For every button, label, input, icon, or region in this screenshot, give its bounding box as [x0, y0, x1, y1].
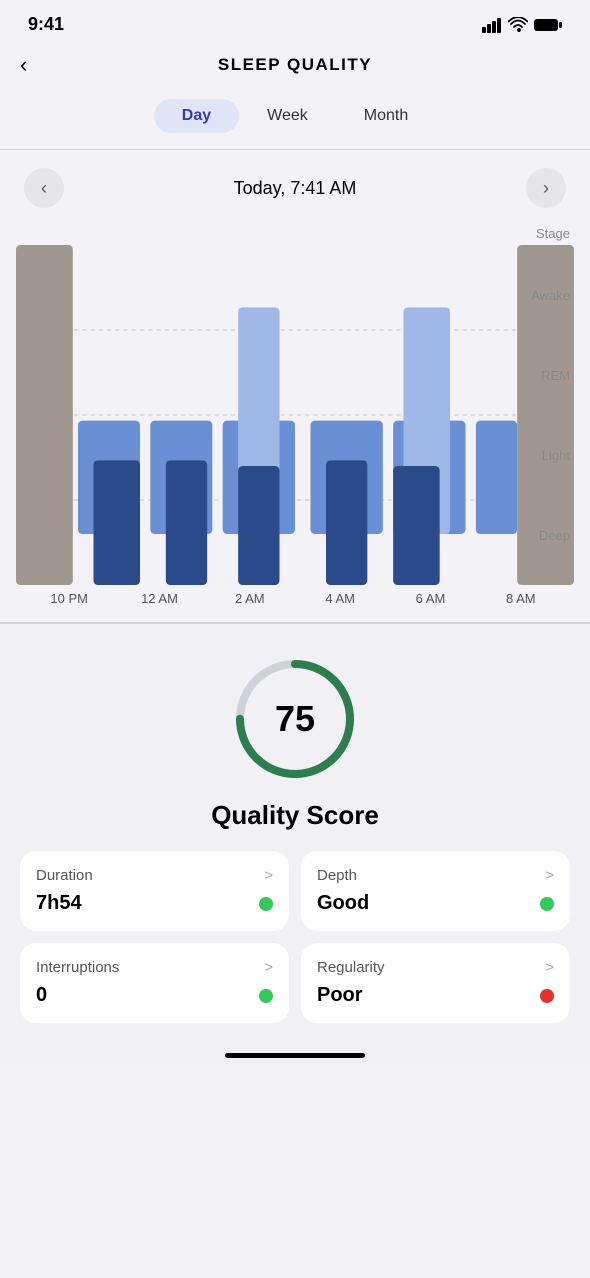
score-section: 75 Quality Score Duration > 7h54 Depth >…	[0, 623, 590, 1043]
metric-bottom-depth: Good	[317, 892, 554, 915]
status-time: 9:41	[28, 14, 64, 35]
back-button[interactable]: ‹	[20, 52, 27, 78]
metric-card-interruptions[interactable]: Interruptions > 0	[20, 943, 289, 1023]
tab-bar: Day Week Month	[0, 89, 590, 149]
x-label-5: 8 AM	[476, 591, 566, 606]
metric-bottom-interruptions: 0	[36, 984, 273, 1007]
metric-dot-regularity	[540, 989, 554, 1003]
chart-section: Stage	[0, 226, 590, 622]
metric-value-regularity: Poor	[317, 984, 363, 1007]
signal-icon	[482, 17, 502, 33]
sleep-chart	[16, 245, 574, 585]
metric-bottom-duration: 7h54	[36, 892, 273, 915]
status-bar: 9:41	[0, 0, 590, 41]
x-label-0: 10 PM	[24, 591, 114, 606]
score-circle: 75	[230, 654, 360, 784]
metric-chevron-regularity: >	[545, 959, 554, 976]
metric-value-duration: 7h54	[36, 892, 82, 915]
status-icons	[482, 17, 562, 33]
x-label-4: 6 AM	[385, 591, 475, 606]
metric-dot-depth	[540, 897, 554, 911]
metrics-grid: Duration > 7h54 Depth > Good Interruptio…	[20, 851, 570, 1023]
x-axis-labels: 10 PM 12 AM 2 AM 4 AM 6 AM 8 AM	[16, 585, 574, 622]
metric-dot-interruptions	[259, 989, 273, 1003]
metric-value-depth: Good	[317, 892, 369, 915]
wifi-icon	[508, 17, 528, 33]
metric-name-regularity: Regularity	[317, 959, 385, 976]
x-label-2: 2 AM	[205, 591, 295, 606]
score-value: 75	[275, 698, 315, 740]
metric-top-duration: Duration >	[36, 867, 273, 884]
metric-top-regularity: Regularity >	[317, 959, 554, 976]
metric-name-interruptions: Interruptions	[36, 959, 119, 976]
x-label-3: 4 AM	[295, 591, 385, 606]
metric-value-interruptions: 0	[36, 984, 47, 1007]
x-label-1: 12 AM	[114, 591, 204, 606]
chart-container: Awake REM Light Deep	[16, 245, 574, 585]
metric-chevron-duration: >	[264, 867, 273, 884]
tab-month[interactable]: Month	[336, 99, 436, 133]
prev-date-button[interactable]: ‹	[24, 168, 64, 208]
metric-top-interruptions: Interruptions >	[36, 959, 273, 976]
page-title: SLEEP QUALITY	[218, 55, 372, 75]
metric-top-depth: Depth >	[317, 867, 554, 884]
metric-card-duration[interactable]: Duration > 7h54	[20, 851, 289, 931]
metric-chevron-interruptions: >	[264, 959, 273, 976]
metric-card-regularity[interactable]: Regularity > Poor	[301, 943, 570, 1023]
score-label: Quality Score	[211, 800, 379, 831]
header: ‹ SLEEP QUALITY	[0, 41, 590, 89]
stage-label: Stage	[16, 226, 574, 241]
date-nav: ‹ Today, 7:41 AM ›	[0, 150, 590, 226]
metric-name-duration: Duration	[36, 867, 93, 884]
battery-icon	[534, 17, 562, 33]
metric-card-depth[interactable]: Depth > Good	[301, 851, 570, 931]
home-bar	[225, 1053, 365, 1058]
date-label: Today, 7:41 AM	[234, 178, 357, 199]
metric-name-depth: Depth	[317, 867, 357, 884]
tab-week[interactable]: Week	[239, 99, 336, 133]
tab-day[interactable]: Day	[154, 99, 239, 133]
metric-chevron-depth: >	[545, 867, 554, 884]
next-date-button[interactable]: ›	[526, 168, 566, 208]
metric-dot-duration	[259, 897, 273, 911]
home-indicator	[0, 1043, 590, 1064]
metric-bottom-regularity: Poor	[317, 984, 554, 1007]
